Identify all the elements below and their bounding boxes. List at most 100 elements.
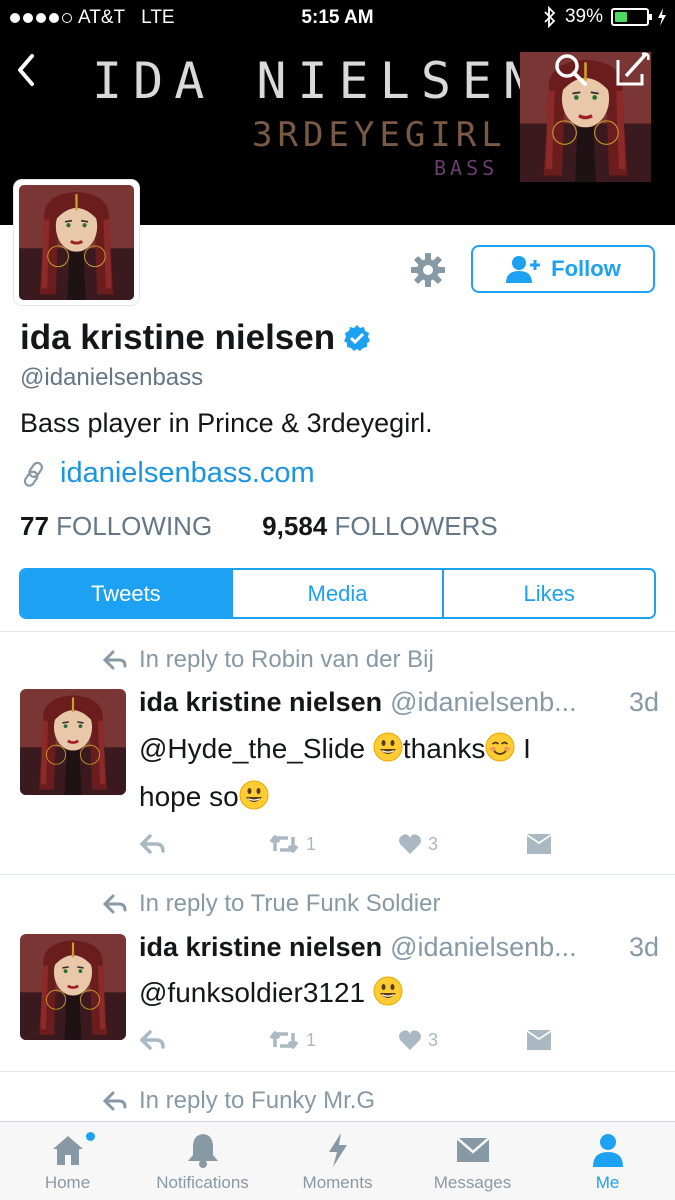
bell-icon <box>187 1134 218 1168</box>
banner-subtitle-2: BASS <box>434 156 499 180</box>
lightning-icon <box>328 1133 347 1167</box>
tabbar-item-messages[interactable]: Messages <box>405 1122 540 1200</box>
divider <box>0 874 675 875</box>
profile-link[interactable]: idanielsenbass.com <box>22 457 315 490</box>
search-icon[interactable] <box>550 50 590 90</box>
tweet-timestamp: 3d <box>628 932 659 962</box>
reply-icon <box>103 1091 127 1111</box>
tabbar-label: Messages <box>433 1173 512 1192</box>
profile-name-row: ida kristine nielsen <box>20 318 371 358</box>
tabbar-item-me[interactable]: Me <box>540 1122 675 1200</box>
divider <box>0 1071 675 1072</box>
heart-icon <box>399 834 421 854</box>
compose-icon[interactable] <box>612 50 652 90</box>
profile-stats: 77 FOLLOWING 9,584 FOLLOWERS <box>20 511 498 542</box>
back-icon[interactable] <box>12 50 42 90</box>
battery-percent: 39% <box>564 6 603 27</box>
followers-count: 9,584 <box>262 511 328 541</box>
tweet-author-name[interactable]: ida kristine nielsen <box>139 932 382 963</box>
tweet-timestamp: 3d <box>628 687 659 717</box>
retweet-count: 1 <box>306 833 317 854</box>
add-user-icon <box>506 256 541 283</box>
new-content-dot <box>86 1132 95 1141</box>
tweet-header: ida kristine nielsen @idanielsenb... 3d <box>139 687 659 718</box>
tab-media[interactable]: Media <box>232 570 445 617</box>
tweet-author-handle: @idanielsenb... <box>390 932 577 962</box>
tweet-author-name[interactable]: ida kristine nielsen <box>139 687 382 718</box>
banner-subtitle: 3RDEYEGIRL <box>252 115 507 155</box>
profile-handle: @idanielsenbass <box>20 364 204 391</box>
tweet-author-handle: @idanielsenb... <box>390 687 577 717</box>
retweet-count: 1 <box>306 1029 317 1050</box>
dm-button[interactable] <box>526 833 552 855</box>
reply-context[interactable]: In reply to Robin van der Bij <box>103 646 434 674</box>
tweet-text-part: @funksoldier3121 <box>139 977 373 1008</box>
home-icon <box>52 1136 83 1165</box>
follow-label: Follow <box>551 256 621 281</box>
like-button[interactable]: 3 <box>398 1029 526 1051</box>
dm-button[interactable] <box>526 1029 552 1051</box>
tab-tweets[interactable]: Tweets <box>21 570 233 617</box>
retweet-icon <box>269 835 299 853</box>
reply-to-text: In reply to True Funk Soldier <box>139 890 441 917</box>
profile-link-text[interactable]: idanielsenbass.com <box>60 457 315 490</box>
followers-label: FOLLOWERS <box>334 511 498 541</box>
retweet-button[interactable]: 1 <box>268 833 398 855</box>
tabbar-item-notifications[interactable]: Notifications <box>135 1122 270 1200</box>
avatar[interactable] <box>20 934 126 1040</box>
verified-badge-icon <box>344 325 371 351</box>
tweet-actions: 1 3 <box>140 1029 552 1051</box>
following-count: 77 <box>20 511 49 541</box>
avatar[interactable] <box>20 689 126 795</box>
tweet-text-part: I <box>515 733 531 764</box>
reply-context[interactable]: In reply to True Funk Soldier <box>103 890 440 918</box>
charging-icon <box>658 8 666 26</box>
grinning-emoji-icon <box>373 976 403 1006</box>
reply-to-text: In reply to Robin van der Bij <box>139 646 434 673</box>
heart-icon <box>399 1030 421 1050</box>
tabbar-label: Me <box>595 1173 620 1192</box>
tab-likes[interactable]: Likes <box>444 570 654 617</box>
tweet-text: @funksoldier3121 <box>139 969 639 1017</box>
like-count: 3 <box>428 833 439 854</box>
tabbar-label: Moments <box>302 1173 373 1192</box>
gear-icon[interactable] <box>408 250 448 290</box>
reply-icon <box>140 834 165 854</box>
link-icon <box>23 461 44 487</box>
envelope-icon <box>527 1030 551 1050</box>
profile-tabs: Tweets Media Likes <box>19 568 656 619</box>
retweet-button[interactable]: 1 <box>268 1029 398 1051</box>
status-bar: AT&T LTE 5:15 AM 39% <box>0 0 675 36</box>
tweet-header: ida kristine nielsen @idanielsenb... 3d <box>139 932 659 963</box>
bottom-tab-bar: Home Notifications Moments Messages Me <box>0 1121 675 1200</box>
following-stat[interactable]: 77 FOLLOWING <box>20 511 212 542</box>
banner-title: IDA NIELSEN <box>92 52 545 110</box>
bluetooth-icon <box>544 6 556 28</box>
retweet-icon <box>269 1031 299 1049</box>
profile-bio: Bass player in Prince & 3rdeyegirl. <box>20 408 433 438</box>
tabbar-item-home[interactable]: Home <box>0 1122 135 1200</box>
reply-button[interactable] <box>140 1029 268 1051</box>
grinning-emoji-icon <box>373 732 403 762</box>
reply-context[interactable]: In reply to Funky Mr.G <box>103 1087 375 1115</box>
tweet-text-part: hope so <box>139 781 239 812</box>
grinning-emoji-icon <box>239 780 269 810</box>
divider <box>0 631 675 632</box>
reply-icon <box>140 1030 165 1050</box>
reply-button[interactable] <box>140 833 268 855</box>
like-button[interactable]: 3 <box>398 833 526 855</box>
profile-name: ida kristine nielsen <box>20 318 336 357</box>
tweet-actions: 1 3 <box>140 833 552 855</box>
tabbar-label: Home <box>44 1173 91 1192</box>
tweet-text-part: thanks <box>402 733 486 764</box>
tweet-text: @Hyde_the_Slide thanks Ihope so <box>139 725 639 821</box>
person-icon <box>592 1134 623 1167</box>
envelope-icon <box>455 1137 490 1162</box>
follow-button[interactable]: Follow <box>471 245 655 293</box>
avatar <box>19 185 134 300</box>
profile-avatar[interactable] <box>14 180 139 305</box>
blush-emoji-icon <box>485 732 515 762</box>
followers-stat[interactable]: 9,584 FOLLOWERS <box>262 511 498 542</box>
envelope-icon <box>527 834 551 854</box>
tabbar-item-moments[interactable]: Moments <box>270 1122 405 1200</box>
